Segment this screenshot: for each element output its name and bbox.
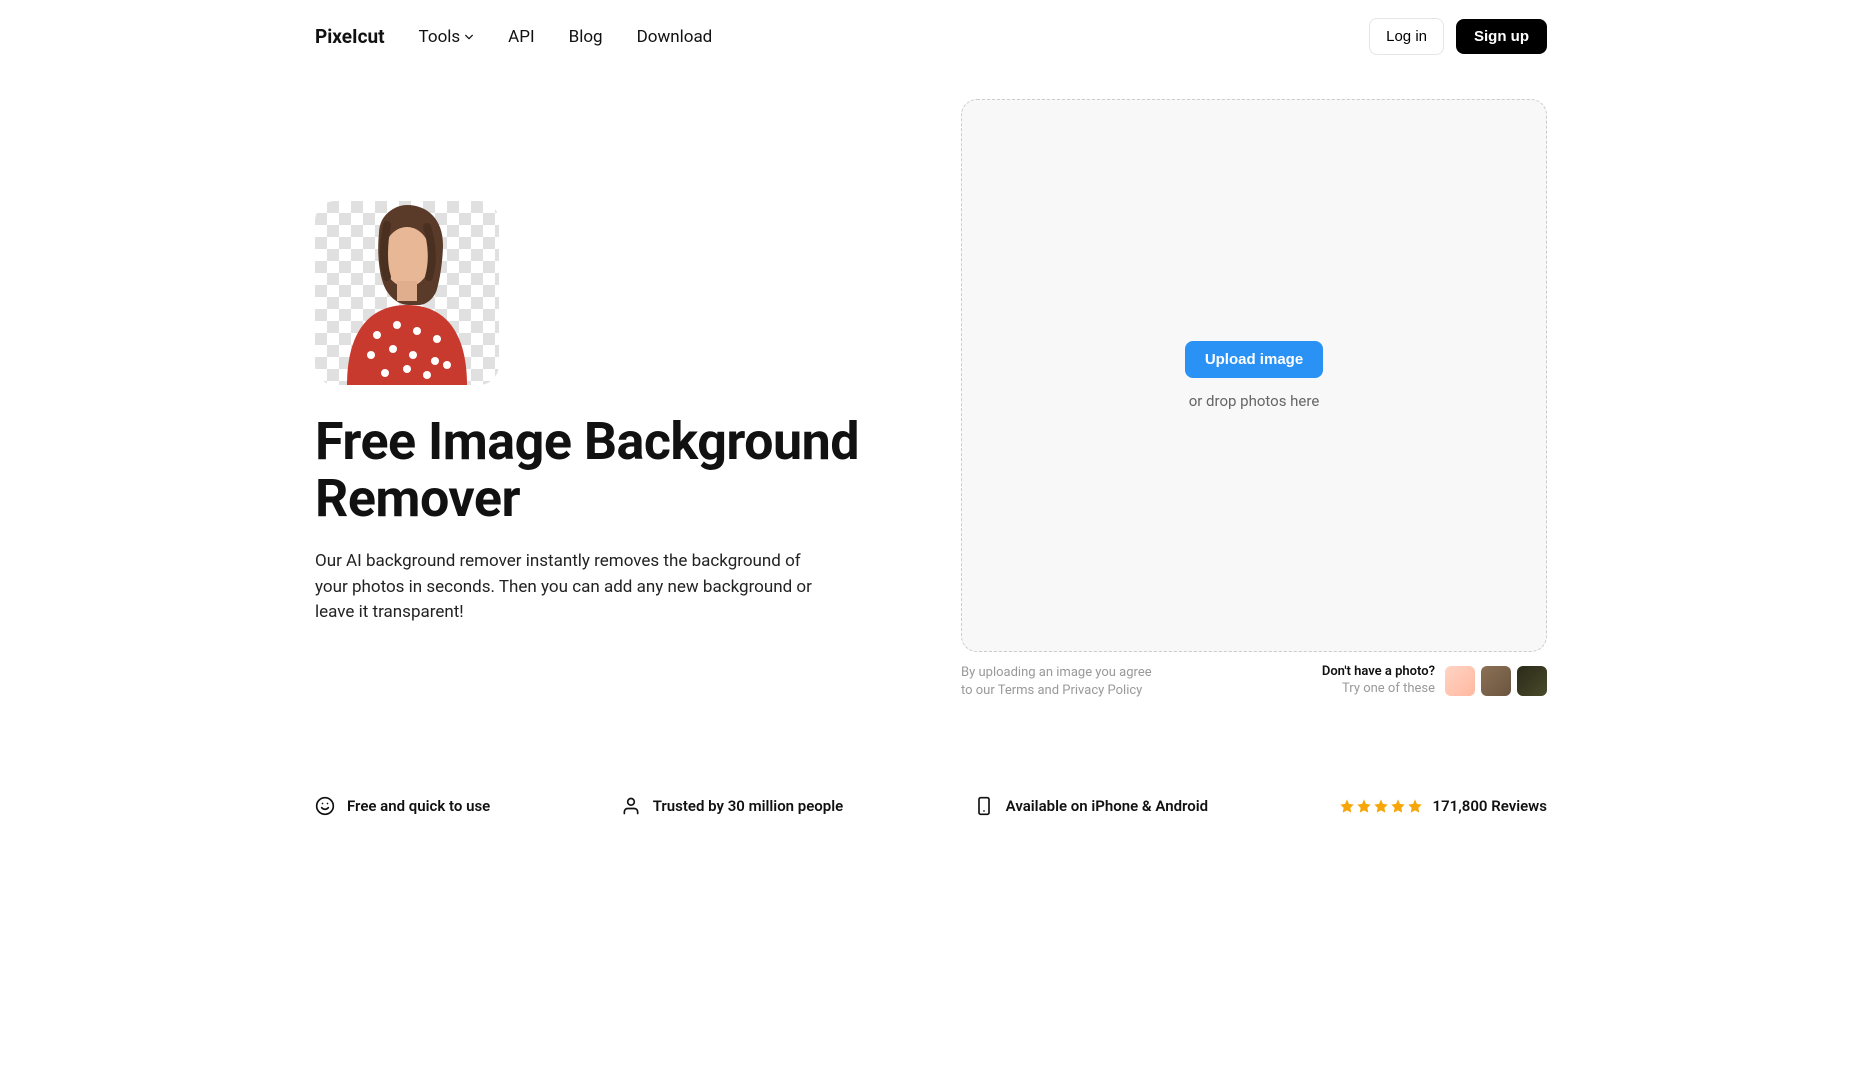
signup-button[interactable]: Sign up	[1456, 19, 1547, 54]
star-icon	[1339, 798, 1355, 814]
upload-meta: By uploading an image you agree to our T…	[961, 664, 1547, 700]
sample-text: Don't have a photo? Try one of these	[1322, 664, 1435, 698]
phone-icon	[974, 796, 994, 816]
feature-trusted-label: Trusted by 30 million people	[653, 797, 844, 815]
page-description: Our AI background remover instantly remo…	[315, 549, 835, 626]
review-count: 171,800 Reviews	[1433, 797, 1547, 815]
hero-demo-image	[315, 201, 499, 385]
nav-tools-label: Tools	[419, 27, 461, 47]
star-icon	[1407, 798, 1423, 814]
nav-tools[interactable]: Tools	[419, 27, 475, 47]
sample-block: Don't have a photo? Try one of these	[1322, 664, 1547, 698]
page-title: Free Image Background Remover	[315, 413, 921, 527]
star-icon	[1390, 798, 1406, 814]
header: PixeIcut Tools API Blog Download Log in …	[315, 0, 1547, 73]
feature-free-label: Free and quick to use	[347, 797, 490, 815]
chevron-down-icon	[464, 32, 474, 42]
star-icon	[1356, 798, 1372, 814]
sample-thumbs	[1445, 666, 1547, 696]
login-button[interactable]: Log in	[1369, 18, 1444, 55]
star-icon	[1373, 798, 1389, 814]
upload-terms: By uploading an image you agree to our T…	[961, 664, 1161, 700]
hero-right: Upload image or drop photos here By uplo…	[961, 99, 1547, 700]
person-icon	[621, 796, 641, 816]
sample-thumb-3[interactable]	[1517, 666, 1547, 696]
smile-icon	[315, 796, 335, 816]
nav-blog[interactable]: Blog	[569, 27, 603, 47]
feature-mobile: Available on iPhone & Android	[974, 796, 1208, 816]
main-nav: Tools API Blog Download	[419, 27, 713, 47]
sample-thumb-1[interactable]	[1445, 666, 1475, 696]
sample-thumb-2[interactable]	[1481, 666, 1511, 696]
sample-subtitle: Try one of these	[1322, 681, 1435, 698]
header-right: Log in Sign up	[1369, 18, 1547, 55]
person-cutout-icon	[327, 205, 487, 385]
sample-title: Don't have a photo?	[1322, 664, 1435, 681]
drop-hint-text: or drop photos here	[1189, 392, 1320, 410]
upload-button[interactable]: Upload image	[1185, 341, 1323, 378]
nav-api[interactable]: API	[508, 27, 534, 47]
nav-download[interactable]: Download	[637, 27, 713, 47]
hero-left: Free Image Background Remover Our AI bac…	[315, 99, 921, 700]
feature-trusted: Trusted by 30 million people	[621, 796, 844, 816]
upload-dropzone[interactable]: Upload image or drop photos here	[961, 99, 1547, 652]
reviews-block[interactable]: 171,800 Reviews	[1339, 797, 1547, 815]
features-strip: Free and quick to use Trusted by 30 mill…	[315, 796, 1547, 816]
hero-section: Free Image Background Remover Our AI bac…	[315, 99, 1547, 700]
feature-mobile-label: Available on iPhone & Android	[1006, 797, 1208, 815]
feature-free: Free and quick to use	[315, 796, 490, 816]
stars	[1339, 798, 1423, 814]
brand-logo[interactable]: PixeIcut	[315, 25, 385, 48]
header-left: PixeIcut Tools API Blog Download	[315, 25, 712, 48]
